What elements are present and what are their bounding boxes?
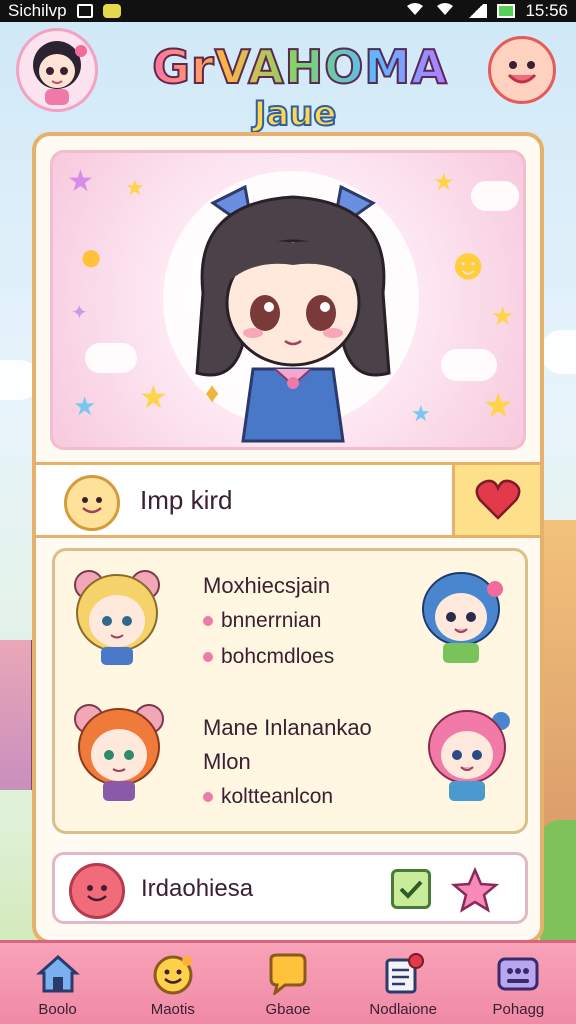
- nav-label: Pohagg: [492, 1001, 545, 1018]
- main-card: ★ ★ ● ✦ ★ ★ ★ ☻ ★ ★ ★ ♦ Imp kird Moxhiec…: [32, 132, 544, 944]
- bullet-icon: [203, 616, 213, 626]
- smile-face-icon: [149, 951, 197, 997]
- friend-entry-title: Moxhiecsjain: [203, 573, 331, 598]
- sparkle-icon: ✦: [71, 302, 88, 324]
- mascot-red-icon: [69, 863, 125, 919]
- profile-avatar[interactable]: [16, 28, 98, 112]
- nav-item-gbaoe[interactable]: Gbaoe: [230, 943, 345, 1024]
- activity-label: Irdaohiesa: [141, 875, 254, 902]
- checkbox[interactable]: [391, 869, 431, 909]
- nav-item-maotis[interactable]: Maotis: [115, 943, 230, 1024]
- star-icon: [451, 867, 499, 913]
- friend-entry-title: Mane Inlanankao: [203, 715, 372, 740]
- nav-label: Nodlaione: [369, 1001, 437, 1018]
- gallery-icon: [76, 4, 93, 18]
- app-notification-icon: [102, 4, 121, 18]
- cloud-decoration: [85, 343, 137, 373]
- friend-avatar-redhair[interactable]: [69, 701, 169, 801]
- app-title: GrVAHOMA: [150, 39, 450, 95]
- friend-entry-tag: bnnerrnian: [203, 609, 321, 633]
- profile-name-label: Imp kird: [140, 485, 233, 515]
- sun-mascot-icon: ☻: [445, 240, 492, 289]
- mascot-avatar-icon: [64, 475, 120, 531]
- clock: 15:56: [525, 1, 568, 20]
- bottle-icon: ♦: [205, 377, 220, 408]
- nav-label: Maotis: [150, 1001, 195, 1018]
- notification-list-icon: [379, 951, 427, 997]
- friend-avatar-bluehair[interactable]: [411, 563, 511, 663]
- nav-item-home[interactable]: Boolo: [0, 943, 115, 1024]
- status-bar: Sichilvp 15:56: [0, 0, 576, 22]
- star-icon: ★: [491, 301, 515, 331]
- mascot-face-icon[interactable]: [488, 36, 556, 104]
- carrier-label: Sichilvp: [8, 1, 67, 20]
- star-icon: ★: [483, 387, 514, 425]
- cloud-decoration: [441, 349, 497, 381]
- hero-character-panel: ★ ★ ● ✦ ★ ★ ★ ☻ ★ ★ ★ ♦: [50, 150, 526, 450]
- wifi-icon: [405, 1, 425, 21]
- bullet-icon: [203, 652, 213, 662]
- friend-tag-text: bohcmdloes: [221, 645, 335, 668]
- signal-icon: [465, 4, 488, 18]
- friend-entry-title-cont: Mlon: [203, 749, 251, 774]
- star-icon: ★: [125, 175, 145, 200]
- chat-bubble-icon: [264, 951, 312, 997]
- friend-avatar-pinkhair[interactable]: [417, 701, 517, 801]
- wifi2-icon: [435, 1, 455, 21]
- star-icon: ★: [411, 401, 431, 426]
- nav-item-nodlaione[interactable]: Nodlaione: [346, 943, 461, 1024]
- profile-name-row[interactable]: Imp kird: [36, 462, 540, 538]
- star-icon: ★: [433, 169, 455, 196]
- home-icon: [34, 951, 82, 997]
- bottom-nav: Boolo Maotis Gbaoe Nodlaione Pohagg: [0, 940, 576, 1024]
- friend-entry-tag: bohcmdloes: [203, 645, 334, 669]
- nav-item-pohagg[interactable]: Pohagg: [461, 943, 576, 1024]
- activity-row[interactable]: Irdaohiesa: [52, 852, 528, 924]
- star-button[interactable]: [449, 865, 501, 915]
- cloud-decoration: [540, 330, 576, 374]
- friend-tag-text: koltteanlcon: [221, 785, 334, 808]
- tree-decoration: [540, 820, 576, 940]
- cloud-decoration: [471, 181, 519, 211]
- star-icon: ★: [139, 379, 168, 415]
- friend-avatar-blonde[interactable]: [67, 565, 167, 665]
- check-icon: [399, 880, 423, 899]
- bullet-icon: [203, 792, 213, 802]
- star-icon: ★: [67, 165, 94, 198]
- star-icon: ★: [73, 391, 97, 421]
- candy-icon: ●: [79, 235, 104, 279]
- friends-panel: Moxhiecsjain bnnerrnian bohcmdloes Mane …: [52, 548, 528, 834]
- nav-label: Boolo: [38, 1001, 77, 1018]
- heart-icon: [475, 479, 520, 520]
- favorite-button[interactable]: [452, 465, 540, 535]
- house-decoration: [0, 640, 34, 790]
- friend-tag-text: bnnerrnian: [221, 609, 322, 632]
- friend-entry-tag: koltteanlcon: [203, 785, 333, 809]
- app-header: GrVAHOMA Jaue nheaenemoc!: [0, 22, 576, 175]
- battery-icon: [497, 4, 516, 18]
- nav-label: Gbaoe: [265, 1001, 311, 1018]
- game-controller-icon: [494, 951, 542, 997]
